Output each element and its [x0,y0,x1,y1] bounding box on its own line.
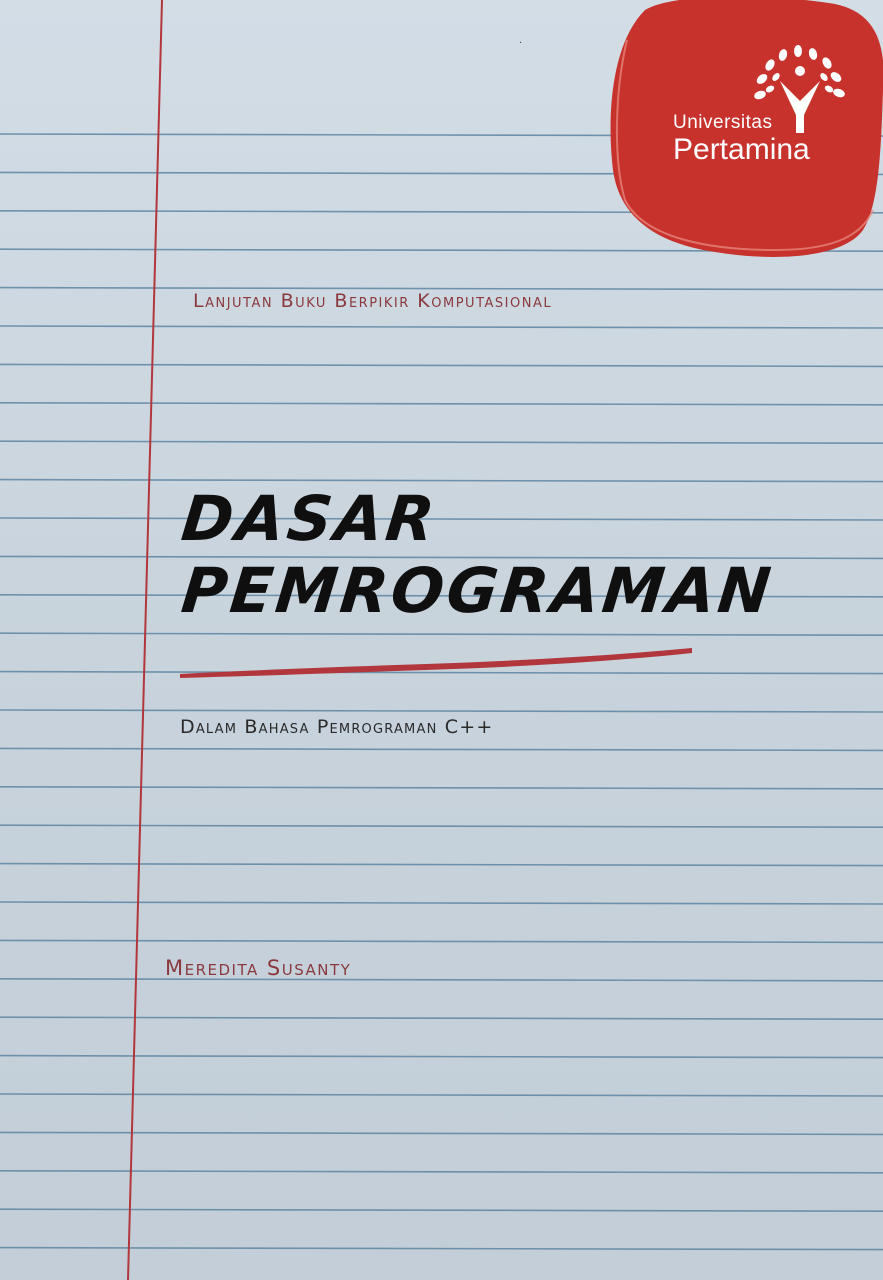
title-line1: DASAR [178,482,441,555]
rule-line [0,325,883,329]
rule-line [0,440,883,445]
rule-line [0,901,883,905]
rule-line [0,1170,883,1174]
rule-line [0,478,883,483]
rule-line [0,939,883,944]
rule-line [0,632,883,637]
book-subtitle: Dalam Bahasa Pemrograman C++ [180,716,494,738]
publisher-line2: Pertamina [673,133,810,166]
rule-line [0,824,883,829]
title-underline [180,648,692,678]
rule-line [0,709,883,713]
rule-line [0,747,883,752]
book-cover: Universitas Pertamina ‧ Lanjutan Buku Be… [0,0,883,1280]
rule-line [0,1016,883,1021]
rule-line [0,363,883,368]
rule-line [0,977,883,982]
rule-line [0,862,883,867]
series-subtitle: Lanjutan Buku Berpikir Komputasional [193,290,553,312]
rule-line [0,1208,883,1212]
rule-line [0,785,883,790]
title-line2: PEMROGRAMAN [178,554,778,627]
rule-line [0,401,883,406]
margin-line [127,0,163,1280]
rule-line [0,1054,883,1059]
speck-mark: ‧ [519,38,523,49]
rule-line [0,1246,883,1251]
publisher-line1: Universitas [673,112,773,133]
author-name: Meredita Susanty [165,956,352,980]
publisher-name: Universitas Pertamina [673,112,863,166]
